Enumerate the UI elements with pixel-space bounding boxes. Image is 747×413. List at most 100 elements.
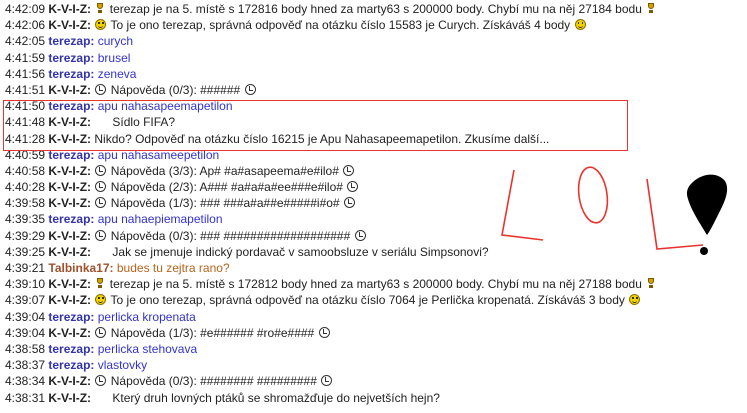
- message-text: Nápověda (1/3): #e###### #ro#e####: [110, 325, 315, 340]
- chat-line: 4:41:59 terezap: brusel: [5, 50, 747, 66]
- timestamp: 4:41:59: [5, 50, 46, 65]
- timestamp: 4:38:31: [5, 390, 46, 405]
- nickname[interactable]: K-V-I-Z:: [48, 229, 91, 243]
- nickname[interactable]: K-V-I-Z:: [48, 115, 91, 129]
- timestamp: 4:39:35: [5, 212, 46, 227]
- message-text: To je ono terezap, správná odpověď na ot…: [110, 293, 625, 308]
- nickname[interactable]: K-V-I-Z:: [48, 245, 91, 259]
- message-text: Nápověda (2/3): A### #a#a#a#ee###e#ilo#: [110, 180, 343, 195]
- nickname[interactable]: terezap:: [48, 34, 94, 48]
- nickname[interactable]: K-V-I-Z:: [48, 132, 91, 146]
- message-text: zeneva: [97, 66, 137, 81]
- nickname[interactable]: terezap:: [48, 67, 94, 81]
- trophy-icon: [647, 278, 655, 289]
- chat-line: 4:41:48 K-V-I-Z: Sídlo FIFA?: [5, 114, 747, 130]
- message-text: Nápověda (0/3): ### ###################: [110, 228, 351, 243]
- timestamp: 4:38:58: [5, 341, 46, 356]
- message-text: Nápověda (0/3): ######## #########: [110, 374, 317, 389]
- message-text: Jak se jmenuje indický pordavač v samoob…: [112, 244, 489, 259]
- nickname[interactable]: terezap:: [48, 310, 94, 324]
- nickname[interactable]: K-V-I-Z:: [48, 277, 91, 291]
- timestamp: 4:40:59: [5, 147, 46, 162]
- nickname[interactable]: Talbinka17:: [48, 261, 113, 275]
- chat-line: 4:42:09 K-V-I-Z: terezap je na 5. místě …: [5, 1, 747, 17]
- timestamp: 4:41:48: [5, 115, 46, 130]
- timestamp: 4:39:10: [5, 277, 46, 292]
- smiley-icon: [95, 19, 107, 31]
- timestamp: 4:41:51: [5, 82, 46, 97]
- nickname[interactable]: K-V-I-Z:: [48, 374, 91, 388]
- nickname[interactable]: K-V-I-Z:: [48, 326, 91, 340]
- clock-icon: [321, 375, 333, 387]
- clock-icon: [318, 326, 330, 338]
- clock-icon: [95, 229, 107, 241]
- nickname[interactable]: terezap:: [48, 51, 94, 65]
- nickname[interactable]: terezap:: [48, 212, 94, 226]
- nickname[interactable]: K-V-I-Z:: [48, 83, 91, 97]
- nickname[interactable]: K-V-I-Z:: [48, 293, 91, 307]
- timestamp: 4:39:58: [5, 196, 46, 211]
- chat-line: 4:42:06 K-V-I-Z: To je ono terezap, sprá…: [5, 17, 747, 33]
- timestamp: 4:39:29: [5, 228, 46, 243]
- timestamp: 4:42:09: [5, 2, 46, 16]
- chat-line: 4:38:34 K-V-I-Z: Nápověda (0/3): #######…: [5, 373, 747, 389]
- message-text: curych: [97, 34, 134, 49]
- nickname[interactable]: K-V-I-Z:: [48, 180, 91, 194]
- chat-line: 4:40:59 terezap: apu nahasameepetilon: [5, 147, 747, 163]
- timestamp: 4:38:37: [5, 358, 46, 373]
- clock-icon: [95, 181, 107, 193]
- message-text: apu nahasapeemapetilon: [97, 99, 233, 114]
- message-text: apu nahaepiemapetilon: [97, 212, 223, 227]
- chat-line: 4:38:58 terezap: perlicka stehovava: [5, 341, 747, 357]
- clock-icon: [354, 229, 366, 241]
- clock-icon: [244, 83, 256, 95]
- message-text: perlicka kropenata: [97, 309, 196, 324]
- chat-line: 4:41:56 terezap: zeneva: [5, 66, 747, 82]
- timestamp: 4:39:04: [5, 309, 46, 324]
- message-text: terezap je na 5. místě s 172816 body hne…: [109, 2, 642, 16]
- nickname[interactable]: K-V-I-Z:: [48, 18, 91, 32]
- message-text: Nápověda (0/3): ######: [110, 82, 241, 97]
- message-text: To je ono terezap, správná odpověď na ot…: [110, 18, 571, 33]
- nickname[interactable]: K-V-I-Z:: [48, 196, 91, 210]
- trophy-icon: [96, 278, 104, 289]
- chat-line: 4:41:51 K-V-I-Z: Nápověda (0/3): ######: [5, 82, 747, 98]
- nickname[interactable]: terezap:: [48, 342, 94, 356]
- timestamp: 4:41:56: [5, 66, 46, 81]
- timestamp: 4:42:06: [5, 18, 46, 33]
- nickname[interactable]: K-V-I-Z:: [48, 164, 91, 178]
- lol-scribble: [501, 166, 728, 255]
- timestamp: 4:42:05: [5, 34, 46, 49]
- chat-line: 4:39:07 K-V-I-Z: To je ono terezap, sprá…: [5, 292, 747, 308]
- timestamp: 4:38:34: [5, 374, 46, 389]
- nickname[interactable]: K-V-I-Z:: [48, 391, 91, 405]
- clock-icon: [95, 164, 107, 176]
- trophy-icon: [96, 3, 104, 14]
- timestamp: 4:41:50: [5, 99, 46, 114]
- nickname[interactable]: terezap:: [48, 148, 94, 162]
- chat-line: 4:41:28 K-V-I-Z: Nikdo? Odpověď na otázk…: [5, 131, 747, 147]
- timestamp: 4:39:04: [5, 325, 46, 340]
- timestamp: 4:40:28: [5, 180, 46, 195]
- chat-line: 4:38:37 terezap: vlastovky: [5, 357, 747, 373]
- chat-line: 4:42:05 terezap: curych: [5, 33, 747, 49]
- clock-icon: [95, 326, 107, 338]
- message-text: Nápověda (3/3): Ap# #a#asapeema#e#ilo#: [110, 163, 339, 178]
- chat-line: 4:39:04 terezap: perlicka kropenata: [5, 309, 747, 325]
- timestamp: 4:39:21: [5, 261, 46, 275]
- message-text: Sídlo FIFA?: [112, 115, 176, 130]
- smiley-icon: [95, 294, 107, 306]
- clock-icon: [347, 181, 359, 193]
- message-text: perlicka stehovava: [97, 341, 198, 356]
- clock-icon: [343, 164, 355, 176]
- chat-line: 4:39:10 K-V-I-Z: terezap je na 5. místě …: [5, 276, 747, 292]
- chat-line: 4:39:04 K-V-I-Z: Nápověda (1/3): #e#####…: [5, 325, 747, 341]
- nickname[interactable]: terezap:: [48, 358, 94, 372]
- message-text: terezap je na 5. místě s 172812 body hne…: [109, 277, 642, 292]
- message-text: vlastovky: [97, 358, 148, 373]
- clock-icon: [95, 197, 107, 209]
- nickname[interactable]: terezap:: [48, 99, 94, 113]
- smiley-icon: [574, 19, 586, 31]
- nickname[interactable]: K-V-I-Z:: [48, 2, 91, 16]
- message-text: Který druh lovných ptáků se shromažďuje …: [112, 390, 440, 405]
